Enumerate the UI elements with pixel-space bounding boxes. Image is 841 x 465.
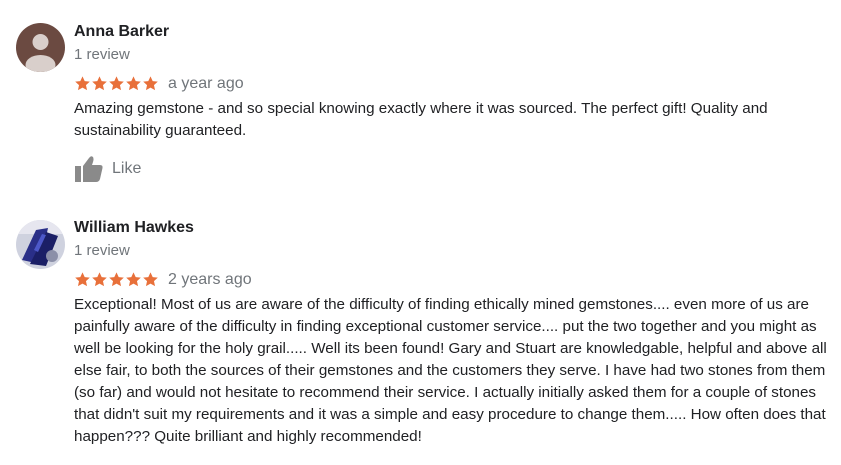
avatar[interactable] <box>16 23 65 72</box>
star-icon <box>75 272 90 287</box>
star-rating <box>74 75 159 93</box>
like-button[interactable]: Like <box>74 155 141 183</box>
thumbs-up-icon <box>75 156 103 182</box>
reviewer-name[interactable]: William Hawkes <box>74 219 194 237</box>
star-icon <box>143 272 158 287</box>
like-label: Like <box>112 160 142 177</box>
star-icon <box>92 272 107 287</box>
review-count: 1 review <box>74 242 130 259</box>
review-text: Amazing gemstone - and so special knowin… <box>74 100 768 139</box>
review-date: a year ago <box>168 75 244 92</box>
star-icon <box>92 76 107 91</box>
star-rating <box>74 271 159 289</box>
star-icon <box>109 76 124 91</box>
review-text: Exceptional! Most of us are aware of the… <box>74 296 827 445</box>
star-icon <box>109 272 124 287</box>
review-count: 1 review <box>74 46 130 63</box>
avatar[interactable] <box>16 220 65 269</box>
star-icon <box>126 272 141 287</box>
star-icon <box>75 76 90 91</box>
star-icon <box>126 76 141 91</box>
star-icon <box>143 76 158 91</box>
review-date: 2 years ago <box>168 271 252 288</box>
reviewer-name[interactable]: Anna Barker <box>74 23 169 41</box>
